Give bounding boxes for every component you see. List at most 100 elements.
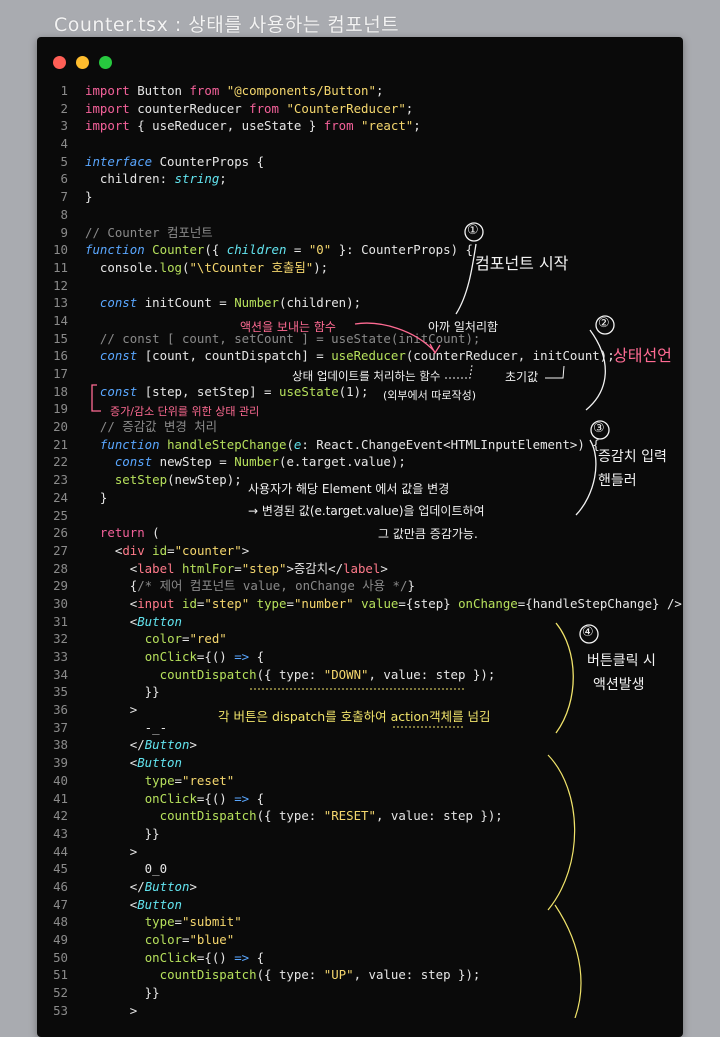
code-text: interface CounterProps { — [85, 153, 264, 171]
page-title: Counter.tsx : 상태를 사용하는 컴포넌트 — [54, 14, 400, 36]
code-token: } — [85, 189, 93, 205]
code-token: ={step} — [398, 595, 459, 611]
code-token: ; — [219, 171, 227, 187]
code-line: 27 <div id="counter"> — [37, 542, 683, 560]
code-token: import — [85, 100, 130, 116]
line-number: 53 — [53, 1002, 68, 1018]
code-token: // 증감값 변경 처리 — [85, 419, 218, 435]
code-line: 20 // 증감값 변경 처리 — [37, 418, 683, 436]
line-number: 22 — [53, 454, 68, 470]
code-text: const newStep = Number(e.target.value); — [85, 453, 406, 471]
close-dot-icon[interactable] — [53, 56, 66, 69]
code-line: 16 const [count, countDispatch] = useRed… — [37, 347, 683, 365]
code-line: 43 }} — [37, 825, 683, 843]
code-token: "number" — [293, 595, 354, 611]
code-line: 35 }} — [37, 683, 683, 701]
code-token: setStep — [114, 472, 168, 488]
line-number: 38 — [53, 737, 68, 753]
code-token: "reset" — [182, 772, 235, 788]
code-token: "0" — [308, 242, 332, 258]
code-line: 47 <Button — [37, 896, 683, 914]
code-token: string — [174, 171, 220, 187]
code-area[interactable]: 1 import Button from "@components/Button"… — [37, 82, 683, 1019]
annotation-4-line2: 액션발생 — [593, 677, 645, 693]
code-line: 5 interface CounterProps { — [37, 153, 683, 171]
code-text: -_- — [85, 719, 167, 737]
code-token: "blue" — [189, 932, 235, 947]
code-line: 41 onClick={() => { — [37, 790, 683, 808]
annotation-handler-line1: 사용자가 해당 Element 에서 값을 변경 — [248, 482, 450, 496]
code-text: {/* 제어 컴포넌트 value, onChange 사용 */} — [85, 577, 415, 595]
line-number: 26 — [53, 525, 68, 541]
code-token: input — [137, 595, 175, 611]
line-number: 44 — [53, 843, 68, 859]
code-text: </Button> — [85, 878, 197, 896]
code-token: return — [99, 525, 145, 541]
code-token: Button — [144, 878, 190, 894]
annotation-action-note: 액션을 보내는 함수 — [240, 320, 336, 334]
code-token: ; — [375, 83, 384, 98]
code-token: label — [137, 560, 175, 576]
code-token: => — [234, 949, 250, 965]
code-token: Button — [137, 896, 182, 912]
maximize-dot-icon[interactable] — [99, 56, 112, 69]
code-text: color="red" — [85, 630, 227, 648]
window-controls — [53, 56, 112, 69]
code-token: 0_0 — [85, 861, 168, 877]
code-token: }} — [85, 985, 160, 1001]
code-text: setStep(newStep); — [85, 471, 242, 489]
code-token: Button — [144, 737, 190, 753]
line-number: 13 — [53, 295, 68, 311]
code-token: ={() — [196, 649, 235, 664]
code-text: const [step, setStep] = useState(1); — [85, 383, 369, 401]
code-token: onClick — [144, 649, 197, 664]
line-number: 7 — [60, 189, 68, 205]
code-line: 52 }} — [37, 984, 683, 1002]
annotation-init-note: 초기값 — [505, 370, 539, 384]
code-text: onClick={() => { — [85, 648, 264, 666]
code-token: < — [85, 542, 123, 558]
line-number: 47 — [53, 896, 68, 912]
line-number: 11 — [53, 259, 68, 275]
code-token: "\tCounter 호출됨" — [189, 259, 314, 275]
line-number: 29 — [53, 578, 68, 594]
code-token: type — [144, 772, 175, 788]
code-line: 4 — [37, 135, 683, 153]
line-number: 52 — [53, 985, 68, 1001]
code-token: useReducer — [331, 348, 406, 364]
minimize-dot-icon[interactable] — [76, 56, 89, 69]
code-token: < — [85, 560, 138, 576]
code-token: ({ type: — [256, 967, 324, 983]
code-token: onClick — [144, 949, 197, 965]
line-number: 49 — [53, 932, 68, 947]
code-text: const [count, countDispatch] = useReduce… — [85, 347, 615, 365]
code-token: type — [256, 595, 287, 611]
annotation-1-text: 컴포넌트 시작 — [475, 254, 569, 273]
code-line: 51 countDispatch({ type: "UP", value: st… — [37, 966, 683, 984]
code-token: > — [189, 737, 197, 753]
code-token: type — [144, 914, 175, 930]
line-number: 16 — [53, 348, 68, 364]
code-token: children — [226, 242, 287, 258]
code-token: ({ — [204, 242, 227, 258]
code-token: color — [144, 932, 182, 947]
code-token: CounterProps { — [152, 153, 265, 169]
code-token: id — [152, 542, 168, 558]
code-line: 46 </Button> — [37, 878, 683, 896]
code-text: import Button from "@components/Button"; — [85, 82, 383, 100]
code-token: "UP" — [323, 967, 354, 983]
line-number: 42 — [53, 808, 68, 824]
code-token: onChange — [458, 595, 518, 611]
code-line: 49 color="blue" — [37, 931, 683, 949]
code-token: => — [234, 649, 250, 664]
code-line: 53 > — [37, 1002, 683, 1020]
code-line: 30 <input id="step" type="number" value=… — [37, 595, 683, 613]
code-line: 50 onClick={() => { — [37, 949, 683, 967]
line-number: 5 — [60, 153, 68, 169]
